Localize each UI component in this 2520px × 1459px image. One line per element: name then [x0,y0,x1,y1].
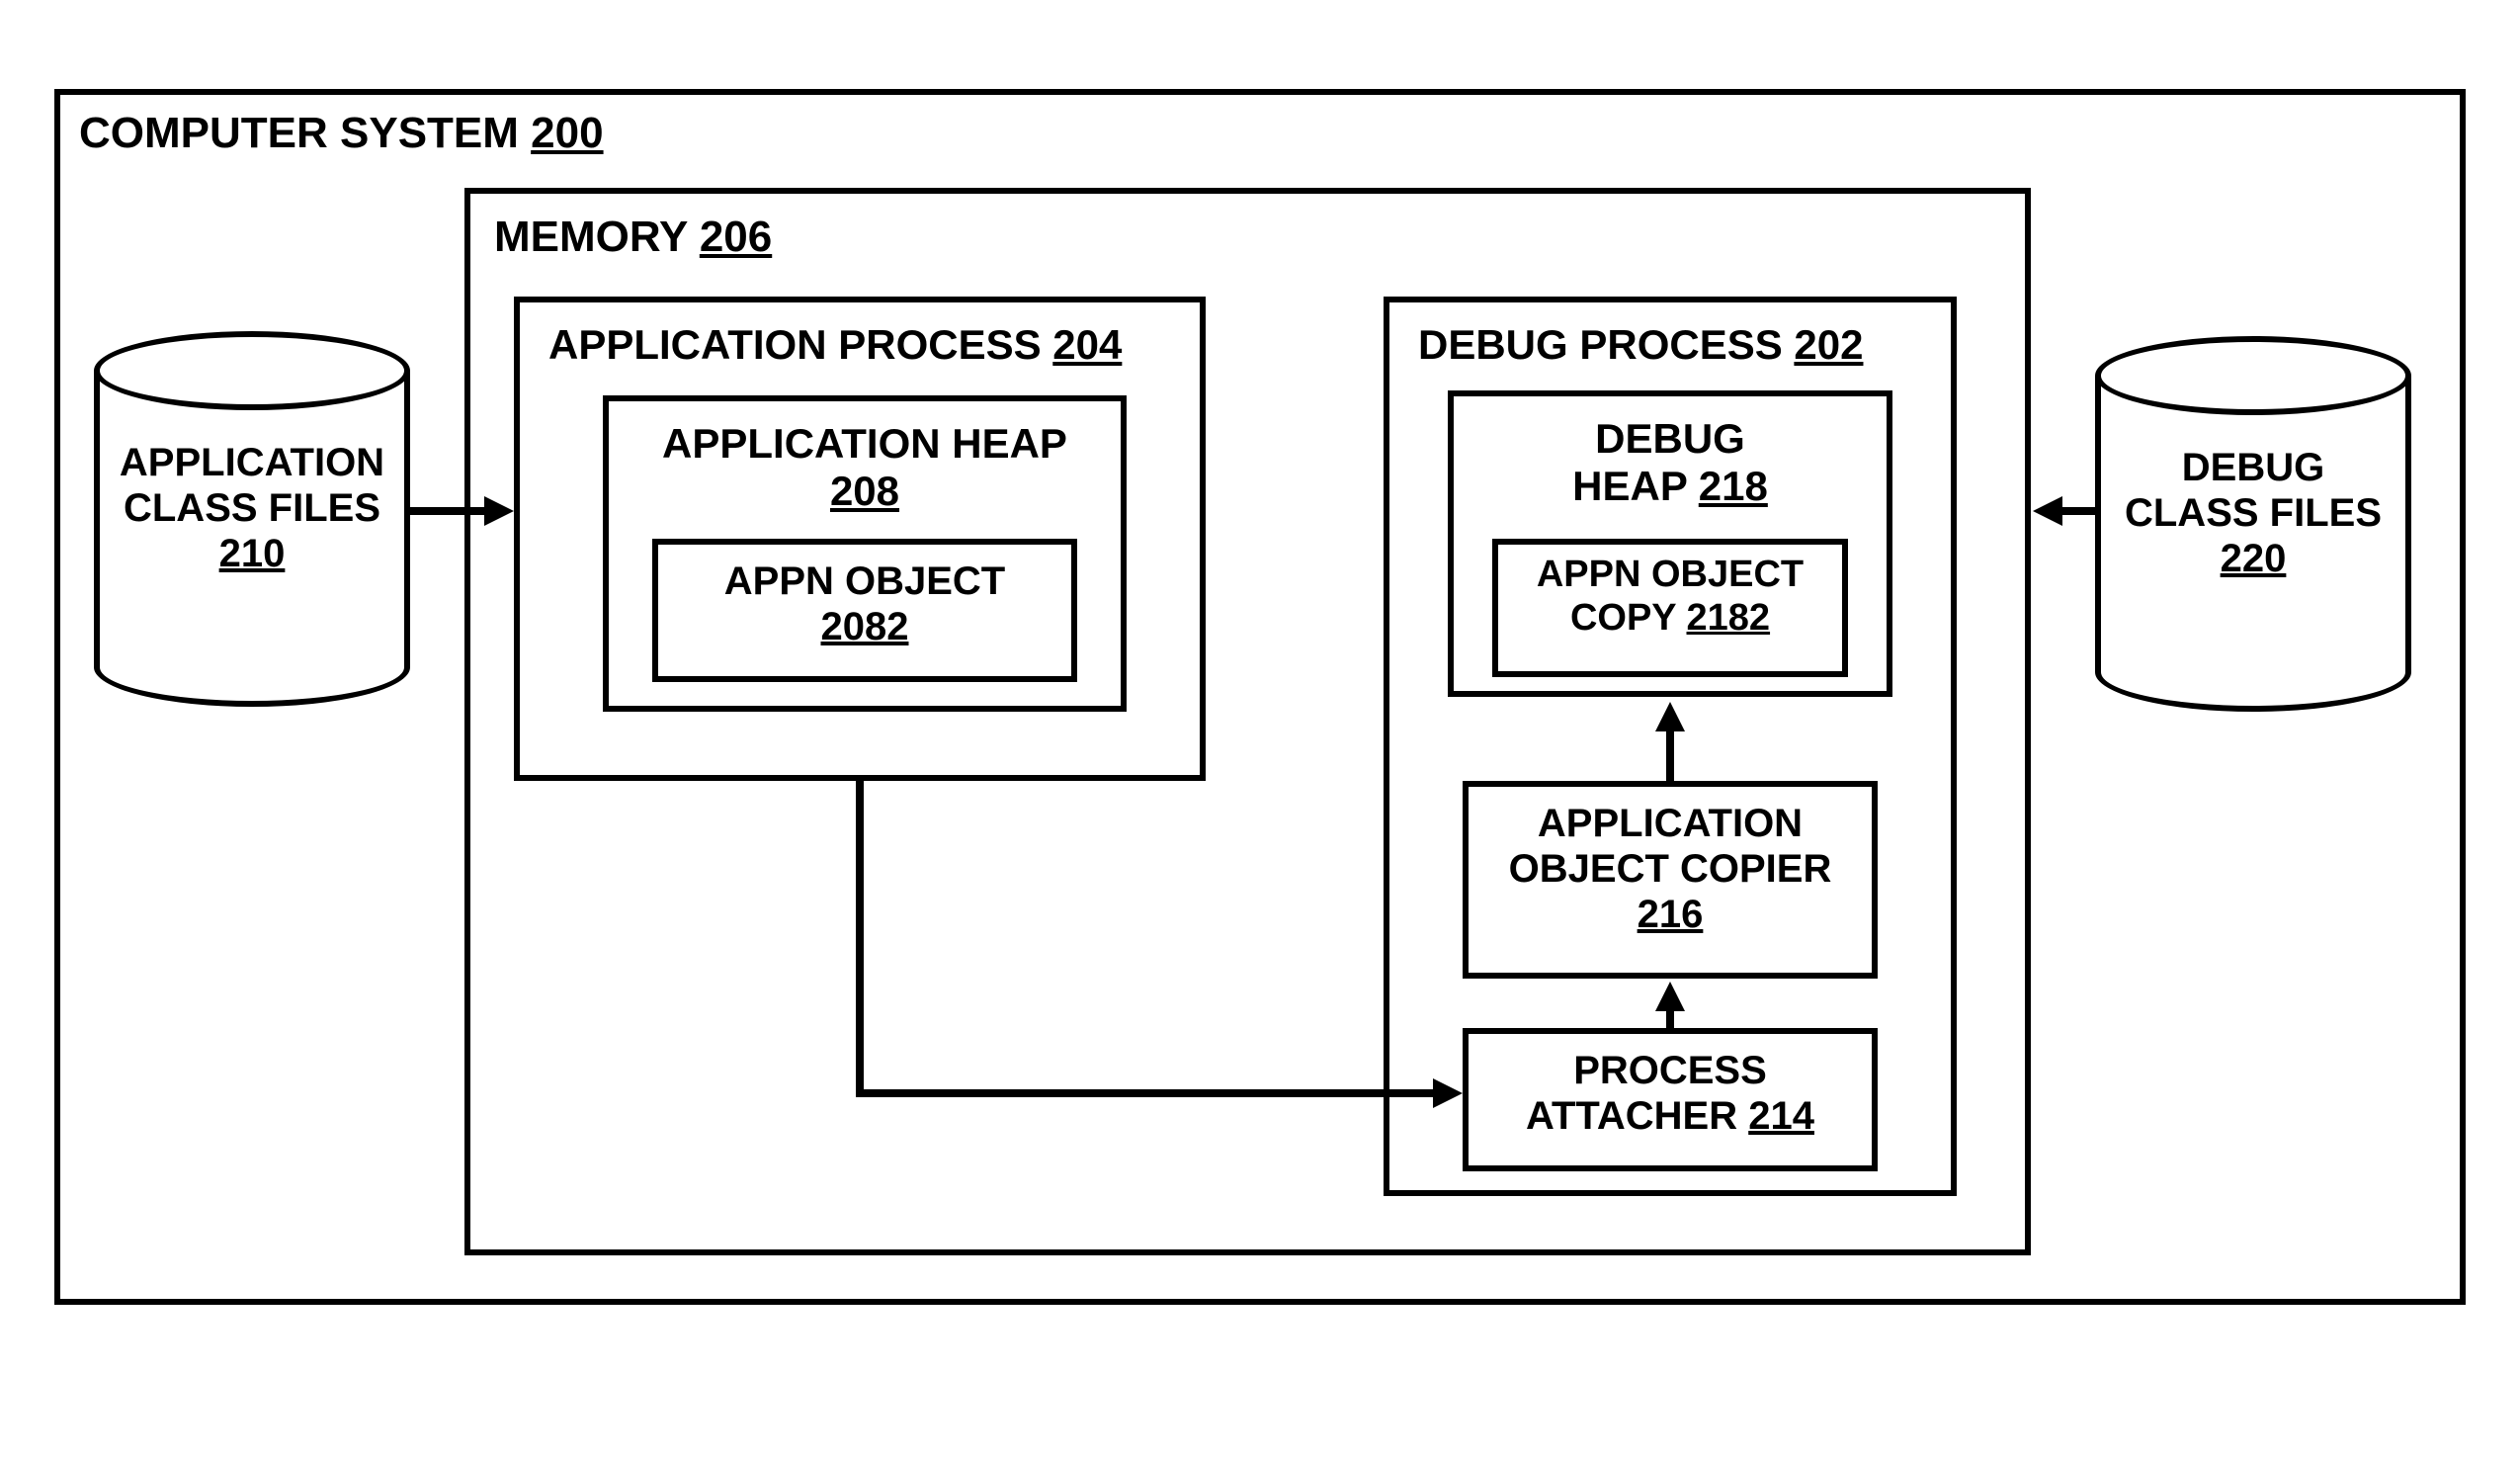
debug-heap-ref: 218 [1699,463,1768,509]
arrowhead-appfiles-to-appprocess [484,496,514,526]
computer-system-ref: 200 [531,109,603,157]
debug-process-ref: 202 [1794,321,1863,368]
memory-text: MEMORY [494,213,688,261]
app-object-copier-text2: OBJECT COPIER [1509,847,1832,891]
arrow-debugfiles-to-debugprocess [2060,507,2100,515]
debug-class-files-ref: 220 [2221,537,2287,580]
process-attacher-text: PROCESS [1573,1049,1767,1092]
appn-object-label: APPN OBJECT 2082 [652,558,1077,649]
appn-object-copy-label: APPN OBJECT COPY 2182 [1492,554,1848,640]
debug-heap-text: DEBUG [1595,415,1745,462]
process-attacher-label: PROCESS ATTACHER 214 [1463,1048,1878,1139]
appn-object-text: APPN OBJECT [724,559,1006,603]
appn-object-ref: 2082 [821,605,909,648]
debug-class-files-text: DEBUG [2182,446,2324,489]
app-class-files-cylinder: APPLICATION CLASS FILES 210 [94,331,410,707]
arrow-appfiles-to-appprocess [410,507,489,515]
process-attacher-ref: 214 [1748,1094,1814,1138]
debug-process-text: DEBUG PROCESS [1418,321,1783,368]
app-heap-label: APPLICATION HEAP 208 [603,420,1127,516]
computer-system-text: COMPUTER SYSTEM [79,109,519,157]
app-class-files-text: APPLICATION [120,441,384,484]
process-attacher-text2: ATTACHER [1526,1094,1737,1138]
arrowhead-attacher-to-copier [1655,982,1685,1011]
app-process-ref: 204 [1052,321,1122,368]
app-class-files-text2: CLASS FILES [124,486,380,530]
debug-heap-text2: HEAP [1572,463,1687,509]
app-object-copier-label: APPLICATION OBJECT COPIER 216 [1463,801,1878,937]
app-heap-text: APPLICATION HEAP [662,420,1067,467]
appn-object-copy-ref: 2182 [1687,597,1771,639]
memory-ref: 206 [700,213,772,261]
debug-class-files-label: DEBUG CLASS FILES 220 [2095,445,2411,581]
arrow-appprocess-down [856,781,864,1097]
appn-object-copy-text2: COPY [1570,597,1676,639]
arrowhead-copier-to-heap [1655,702,1685,731]
app-process-text: APPLICATION PROCESS [548,321,1042,368]
computer-system-label: COMPUTER SYSTEM 200 [79,109,604,158]
appn-object-copy-text: APPN OBJECT [1537,554,1804,595]
debug-process-label: DEBUG PROCESS 202 [1418,321,1863,369]
arrow-copier-to-heap [1666,727,1674,781]
app-process-label: APPLICATION PROCESS 204 [548,321,1122,369]
debug-class-files-text2: CLASS FILES [2125,491,2382,535]
app-class-files-label: APPLICATION CLASS FILES 210 [94,440,410,576]
app-class-files-ref: 210 [219,532,286,575]
debug-class-files-cylinder: DEBUG CLASS FILES 220 [2095,336,2411,712]
arrowhead-debugfiles-to-debugprocess [2033,496,2062,526]
app-object-copier-ref: 216 [1638,893,1704,936]
memory-label: MEMORY 206 [494,213,772,262]
arrowhead-appprocess-to-attacher [1433,1078,1463,1108]
app-object-copier-text: APPLICATION [1538,802,1803,845]
arrow-appprocess-right [856,1089,1439,1097]
debug-heap-label: DEBUG HEAP 218 [1448,415,1892,511]
app-heap-ref: 208 [830,468,899,514]
